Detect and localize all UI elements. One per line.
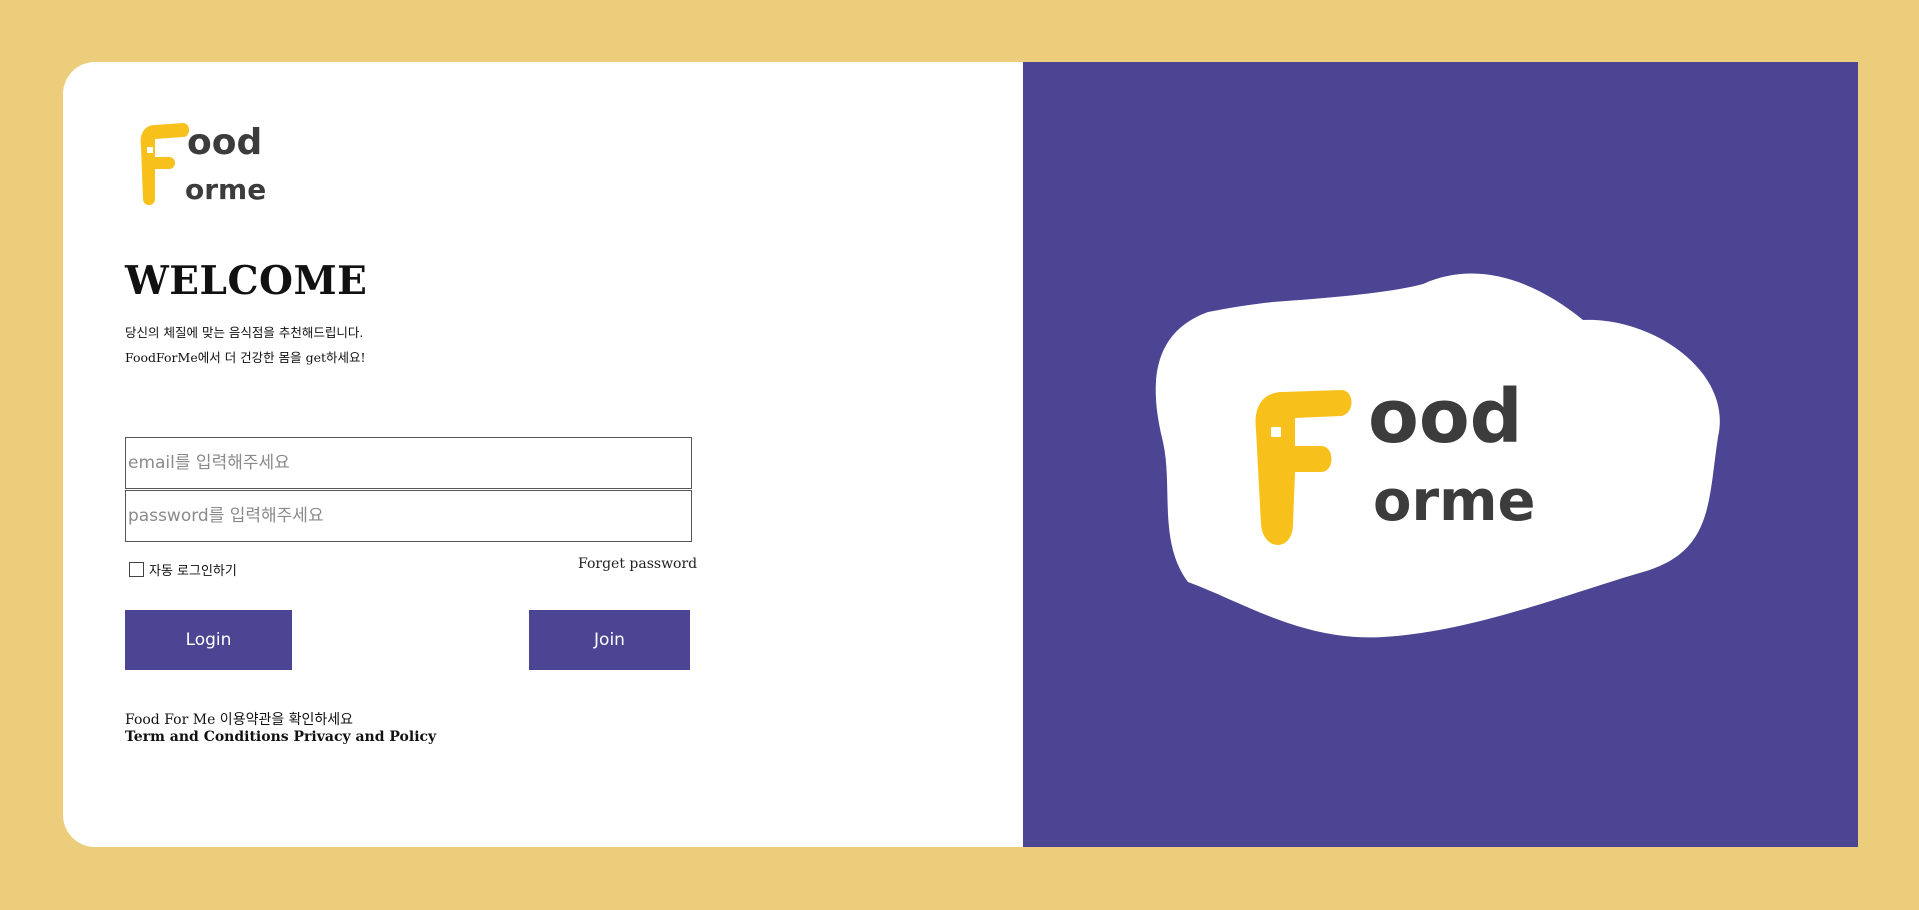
foodforme-logo: ood orme (140, 122, 266, 206)
email-input[interactable] (125, 437, 692, 489)
password-input[interactable] (125, 490, 692, 542)
terms-notice: Food For Me 이용약관을 확인하세요 (125, 712, 354, 728)
welcome-title: WELCOME (125, 258, 368, 304)
join-button[interactable]: Join (529, 610, 690, 670)
login-panel: ood orme WELCOME 당신의 체질에 맞는 음식점을 추천해드립니다… (63, 62, 1023, 847)
auto-login-option[interactable]: 자동 로그인하기 (129, 560, 237, 579)
logo-text-top: ood (187, 122, 262, 163)
brand-panel: ood orme (1023, 62, 1858, 847)
login-button[interactable]: Login (125, 610, 292, 670)
logo-illustration: ood orme (1155, 273, 1720, 638)
description-line-2: FoodForMe에서 더 건강한 몸을 get하세요! (125, 350, 366, 365)
terms-links[interactable]: Term and Conditions Privacy and Policy (125, 729, 436, 745)
auto-login-checkbox[interactable] (129, 562, 144, 577)
logo-illustration-text-bottom: orme (1373, 469, 1535, 534)
logo-illustration-text-top: ood (1368, 374, 1523, 460)
description-line-1: 당신의 체질에 맞는 음식점을 추천해드립니다. (125, 325, 364, 340)
login-card: ood orme WELCOME 당신의 체질에 맞는 음식점을 추천해드립니다… (63, 62, 1858, 847)
forget-password-link[interactable]: Forget password (578, 556, 697, 572)
auto-login-label: 자동 로그인하기 (149, 564, 237, 579)
logo-text-bottom: orme (185, 173, 266, 206)
